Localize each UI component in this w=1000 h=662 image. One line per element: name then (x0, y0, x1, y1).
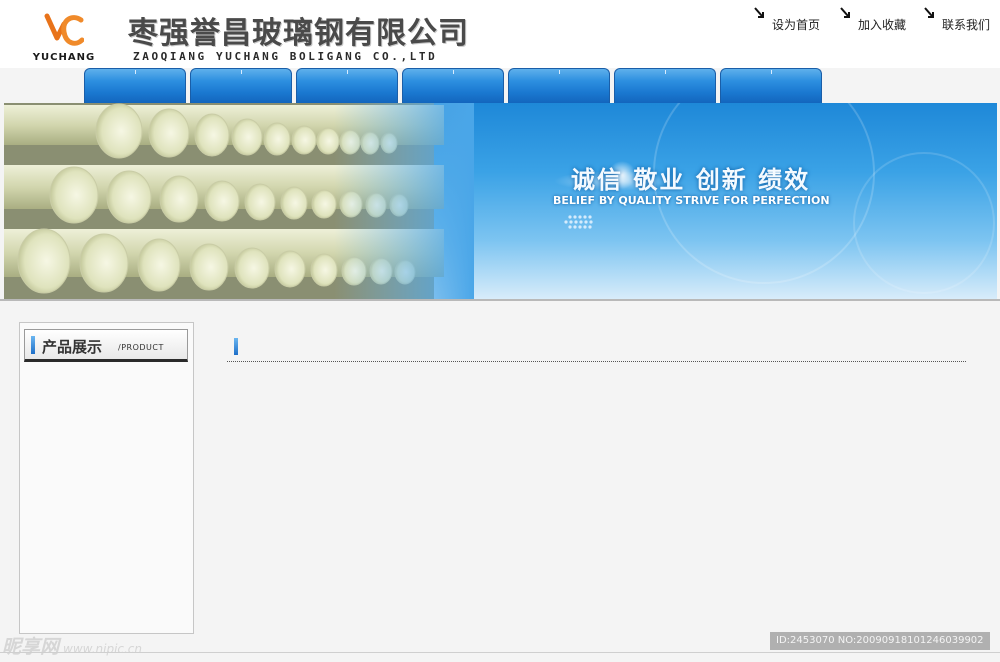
arrow-icon (924, 7, 934, 18)
site-header: YUCHANG 枣强誉昌玻璃钢有限公司 ZAOQIANG YUCHANG BOL… (0, 0, 1000, 68)
nav-tab-7[interactable] (720, 68, 822, 103)
set-homepage-label: 设为首页 (772, 18, 821, 32)
watermark-site-name: 昵享网 (2, 636, 60, 658)
tab-marker (347, 70, 348, 74)
hero-banner: 诚信 敬业 创新 绩效 BELIEF BY QUALITY STRIVE FOR… (4, 103, 997, 299)
heading-marker (31, 336, 35, 354)
watermark-site: 昵享网 www.nipic.cn (2, 632, 142, 659)
nav-tab-2[interactable] (190, 68, 292, 103)
nav-tab-4[interactable] (402, 68, 504, 103)
arrow-icon (754, 7, 764, 18)
tab-marker (135, 70, 136, 74)
product-heading-cn: 产品展示 (42, 338, 103, 356)
product-sidebar: 产品展示 /PRODUCT (19, 322, 194, 634)
nav-tab-6[interactable] (614, 68, 716, 103)
heading-marker (234, 338, 238, 355)
main-section-heading (227, 336, 966, 362)
tab-marker (241, 70, 242, 74)
banner-slogan-en: BELIEF BY QUALITY STRIVE FOR PERFECTION (553, 194, 830, 207)
nav-tab-3[interactable] (296, 68, 398, 103)
logo-text: YUCHANG (32, 52, 96, 63)
product-heading-en: /PRODUCT (118, 343, 164, 352)
nav-tab-1[interactable] (84, 68, 186, 103)
tab-marker (665, 70, 666, 74)
tab-marker (453, 70, 454, 74)
watermark-site-url: www.nipic.cn (63, 642, 143, 656)
arrow-icon (840, 7, 850, 18)
company-logo[interactable]: YUCHANG (26, 12, 102, 66)
banner-slogan-cn: 诚信 敬业 创新 绩效 (571, 166, 811, 194)
contact-us-label: 联系我们 (942, 18, 991, 32)
header-divider (0, 299, 1000, 301)
watermark-id: ID:2453070 NO:20090918101246039902 (770, 632, 990, 650)
banner-art (4, 103, 995, 299)
add-favorite-label: 加入收藏 (858, 18, 907, 32)
tab-marker (559, 70, 560, 74)
yc-logo-icon (44, 13, 84, 46)
company-name-en: ZAOQIANG YUCHANG BOLIGANG CO.,LTD (133, 50, 438, 63)
product-panel-heading[interactable]: 产品展示 /PRODUCT (24, 329, 188, 362)
company-name-cn: 枣强誉昌玻璃钢有限公司 (128, 16, 469, 51)
nav-tab-5[interactable] (508, 68, 610, 103)
tab-marker (771, 70, 772, 74)
footer-line (0, 652, 1000, 653)
top-links: 设为首页 加入收藏 联系我们 (752, 6, 1000, 36)
dot-pattern (564, 215, 593, 229)
